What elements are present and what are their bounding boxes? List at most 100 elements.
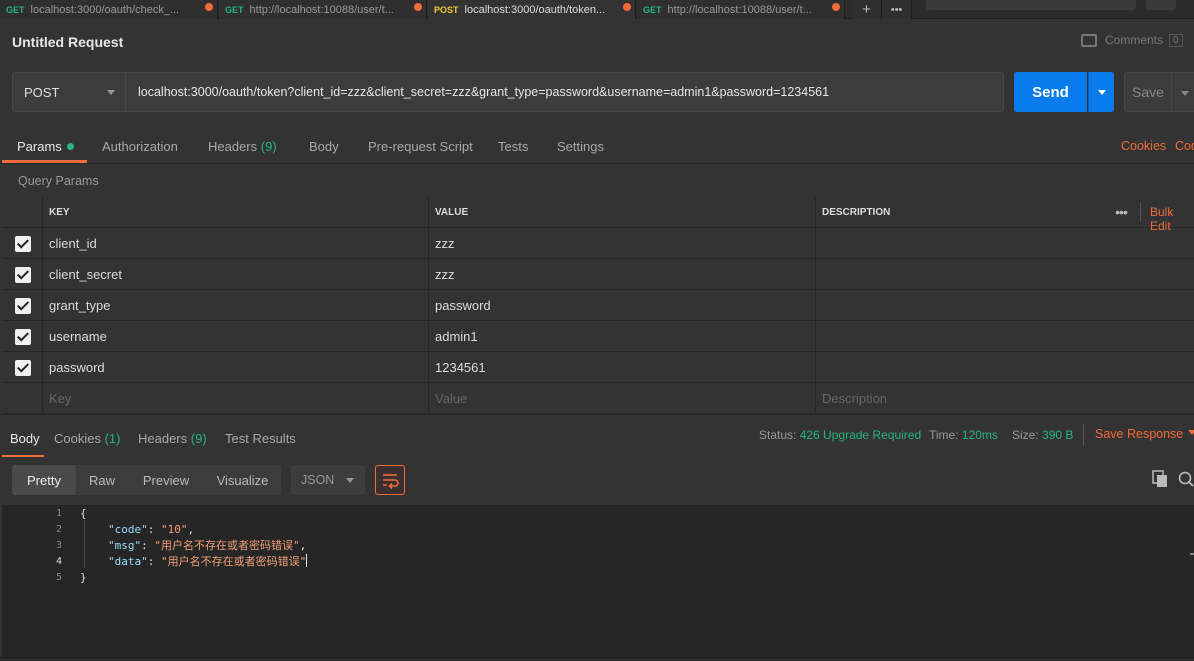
- line-number: 2: [55, 523, 62, 535]
- tab-label-1: http://localhost:10088/user/t...: [249, 3, 394, 16]
- comment-icon: [1081, 33, 1097, 47]
- tab-tests[interactable]: Tests: [498, 139, 528, 154]
- tab-authorization[interactable]: Authorization: [102, 139, 178, 154]
- response-time: Time: 120ms: [929, 428, 998, 442]
- url-input[interactable]: [126, 72, 1004, 112]
- tab-more-button[interactable]: •••: [882, 0, 912, 19]
- save-response-button[interactable]: Save Response: [1095, 427, 1183, 441]
- bulk-edit-link[interactable]: Bulk Edit: [1150, 205, 1194, 233]
- new-param-description-input[interactable]: Description: [816, 383, 1194, 414]
- json-punct: ,: [187, 522, 195, 536]
- tab-headers-label: Headers: [208, 139, 258, 154]
- request-tabs: Params Authorization Headers (9) Body Pr…: [0, 126, 1194, 164]
- param-checkbox-cell: [3, 259, 43, 290]
- json-key: "data": [108, 555, 148, 568]
- view-preview-button[interactable]: Preview: [128, 465, 204, 495]
- param-checkbox[interactable]: [14, 297, 31, 314]
- param-description[interactable]: [816, 259, 1194, 290]
- wrap-lines-button[interactable]: [375, 465, 405, 495]
- request-tab-1[interactable]: GET http://localhost:10088/user/t...: [219, 0, 427, 19]
- param-checkbox[interactable]: [14, 266, 31, 283]
- chevron-down-icon[interactable]: [1188, 430, 1194, 435]
- search-icon[interactable]: [1178, 470, 1194, 488]
- response-tab-headers-label: Headers: [138, 431, 188, 446]
- params-more-button[interactable]: •••: [1106, 197, 1136, 227]
- active-tab-indicator: [2, 160, 87, 163]
- param-description[interactable]: [816, 321, 1194, 352]
- param-value[interactable]: zzz: [429, 228, 816, 259]
- view-pretty-button[interactable]: Pretty: [12, 465, 76, 495]
- request-tab-2[interactable]: POST localhost:3000/oauth/token...: [428, 0, 636, 19]
- save-button[interactable]: Save: [1124, 72, 1172, 112]
- new-tab-button[interactable]: +: [852, 0, 882, 19]
- param-key[interactable]: username: [43, 321, 429, 352]
- send-options-dropdown[interactable]: [1088, 72, 1114, 112]
- request-tab-0[interactable]: GET localhost:3000/oauth/check_...: [0, 0, 218, 19]
- response-tab-test-results[interactable]: Test Results: [225, 431, 296, 446]
- param-key[interactable]: client_id: [43, 228, 429, 259]
- tab-params[interactable]: Params: [17, 139, 74, 154]
- param-checkbox-cell: [3, 383, 43, 414]
- param-key[interactable]: grant_type: [43, 290, 429, 321]
- table-row: grant_type password: [3, 290, 1194, 321]
- param-description[interactable]: [816, 228, 1194, 259]
- column-header-description: DESCRIPTION: [822, 207, 891, 218]
- environment-select[interactable]: [926, 0, 1136, 10]
- param-checkbox-cell: [3, 352, 43, 383]
- param-checkbox[interactable]: [14, 235, 31, 252]
- size-value[interactable]: 390 B: [1042, 428, 1073, 442]
- json-key: "code": [108, 522, 148, 536]
- unsaved-dot-icon: [414, 3, 422, 11]
- table-row: client_id zzz: [3, 228, 1194, 259]
- code-line: 4 "data": "用户名不存在或者密码错误": [2, 553, 1192, 569]
- request-title[interactable]: Untitled Request: [12, 34, 123, 50]
- new-param-value-input[interactable]: Value: [429, 383, 816, 414]
- param-key[interactable]: client_secret: [43, 259, 429, 290]
- response-size: Size: 390 B: [1012, 428, 1073, 442]
- time-label: Time:: [929, 428, 959, 442]
- code-line: 3 "msg": "用户名不存在或者密码错误",: [2, 537, 1192, 553]
- scrollbar[interactable]: [1190, 553, 1194, 555]
- response-format-select[interactable]: JSON: [291, 465, 365, 495]
- param-checkbox[interactable]: [14, 359, 31, 376]
- send-button[interactable]: Send: [1014, 72, 1087, 112]
- param-value[interactable]: 1234561: [429, 352, 816, 383]
- new-param-key-input[interactable]: Key: [43, 383, 429, 414]
- request-tab-strip: GET localhost:3000/oauth/check_... GET h…: [0, 0, 1194, 19]
- tab-settings[interactable]: Settings: [557, 139, 604, 154]
- params-active-dot-icon: [66, 143, 74, 150]
- tab-body[interactable]: Body: [309, 139, 339, 154]
- tab-headers[interactable]: Headers (9): [208, 139, 277, 154]
- tab-pre-request-script[interactable]: Pre-request Script: [368, 139, 473, 154]
- param-value[interactable]: password: [429, 290, 816, 321]
- response-tab-body[interactable]: Body: [10, 431, 40, 446]
- status-value[interactable]: 426 Upgrade Required: [800, 428, 921, 442]
- response-body-viewer[interactable]: 1 { 2 "code": "10", 3 "msg": "用户名不存在或者密码…: [2, 505, 1194, 657]
- copy-icon[interactable]: [1152, 470, 1168, 488]
- comments-label: Comments: [1105, 33, 1164, 47]
- param-key[interactable]: password: [43, 352, 429, 383]
- cookies-link[interactable]: Cookies: [1121, 139, 1166, 153]
- request-tab-3[interactable]: GET http://localhost:10088/user/t...: [637, 0, 845, 19]
- response-tab-cookies[interactable]: Cookies (1): [54, 431, 120, 446]
- param-checkbox[interactable]: [14, 328, 31, 345]
- tab-params-label: Params: [17, 139, 62, 154]
- param-description[interactable]: [816, 290, 1194, 321]
- param-value[interactable]: admin1: [429, 321, 816, 352]
- param-value[interactable]: zzz: [429, 259, 816, 290]
- response-tab-headers[interactable]: Headers (9): [138, 431, 207, 446]
- method-select[interactable]: POST: [12, 72, 126, 112]
- environment-quick-look-button[interactable]: [1146, 0, 1176, 10]
- time-value[interactable]: 120ms: [962, 428, 998, 442]
- view-visualize-button[interactable]: Visualize: [204, 465, 281, 495]
- code-link[interactable]: Code: [1175, 139, 1194, 153]
- param-description[interactable]: [816, 352, 1194, 383]
- view-raw-button[interactable]: Raw: [76, 465, 128, 495]
- json-value: "用户名不存在或者密码错误": [161, 555, 307, 568]
- code-line: 1 {: [2, 505, 1192, 521]
- divider: [1140, 203, 1141, 221]
- comments-button[interactable]: Comments 0: [1081, 33, 1183, 47]
- save-options-dropdown[interactable]: [1172, 72, 1194, 112]
- line-number: 5: [55, 571, 62, 583]
- code-line: 2 "code": "10",: [2, 521, 1192, 537]
